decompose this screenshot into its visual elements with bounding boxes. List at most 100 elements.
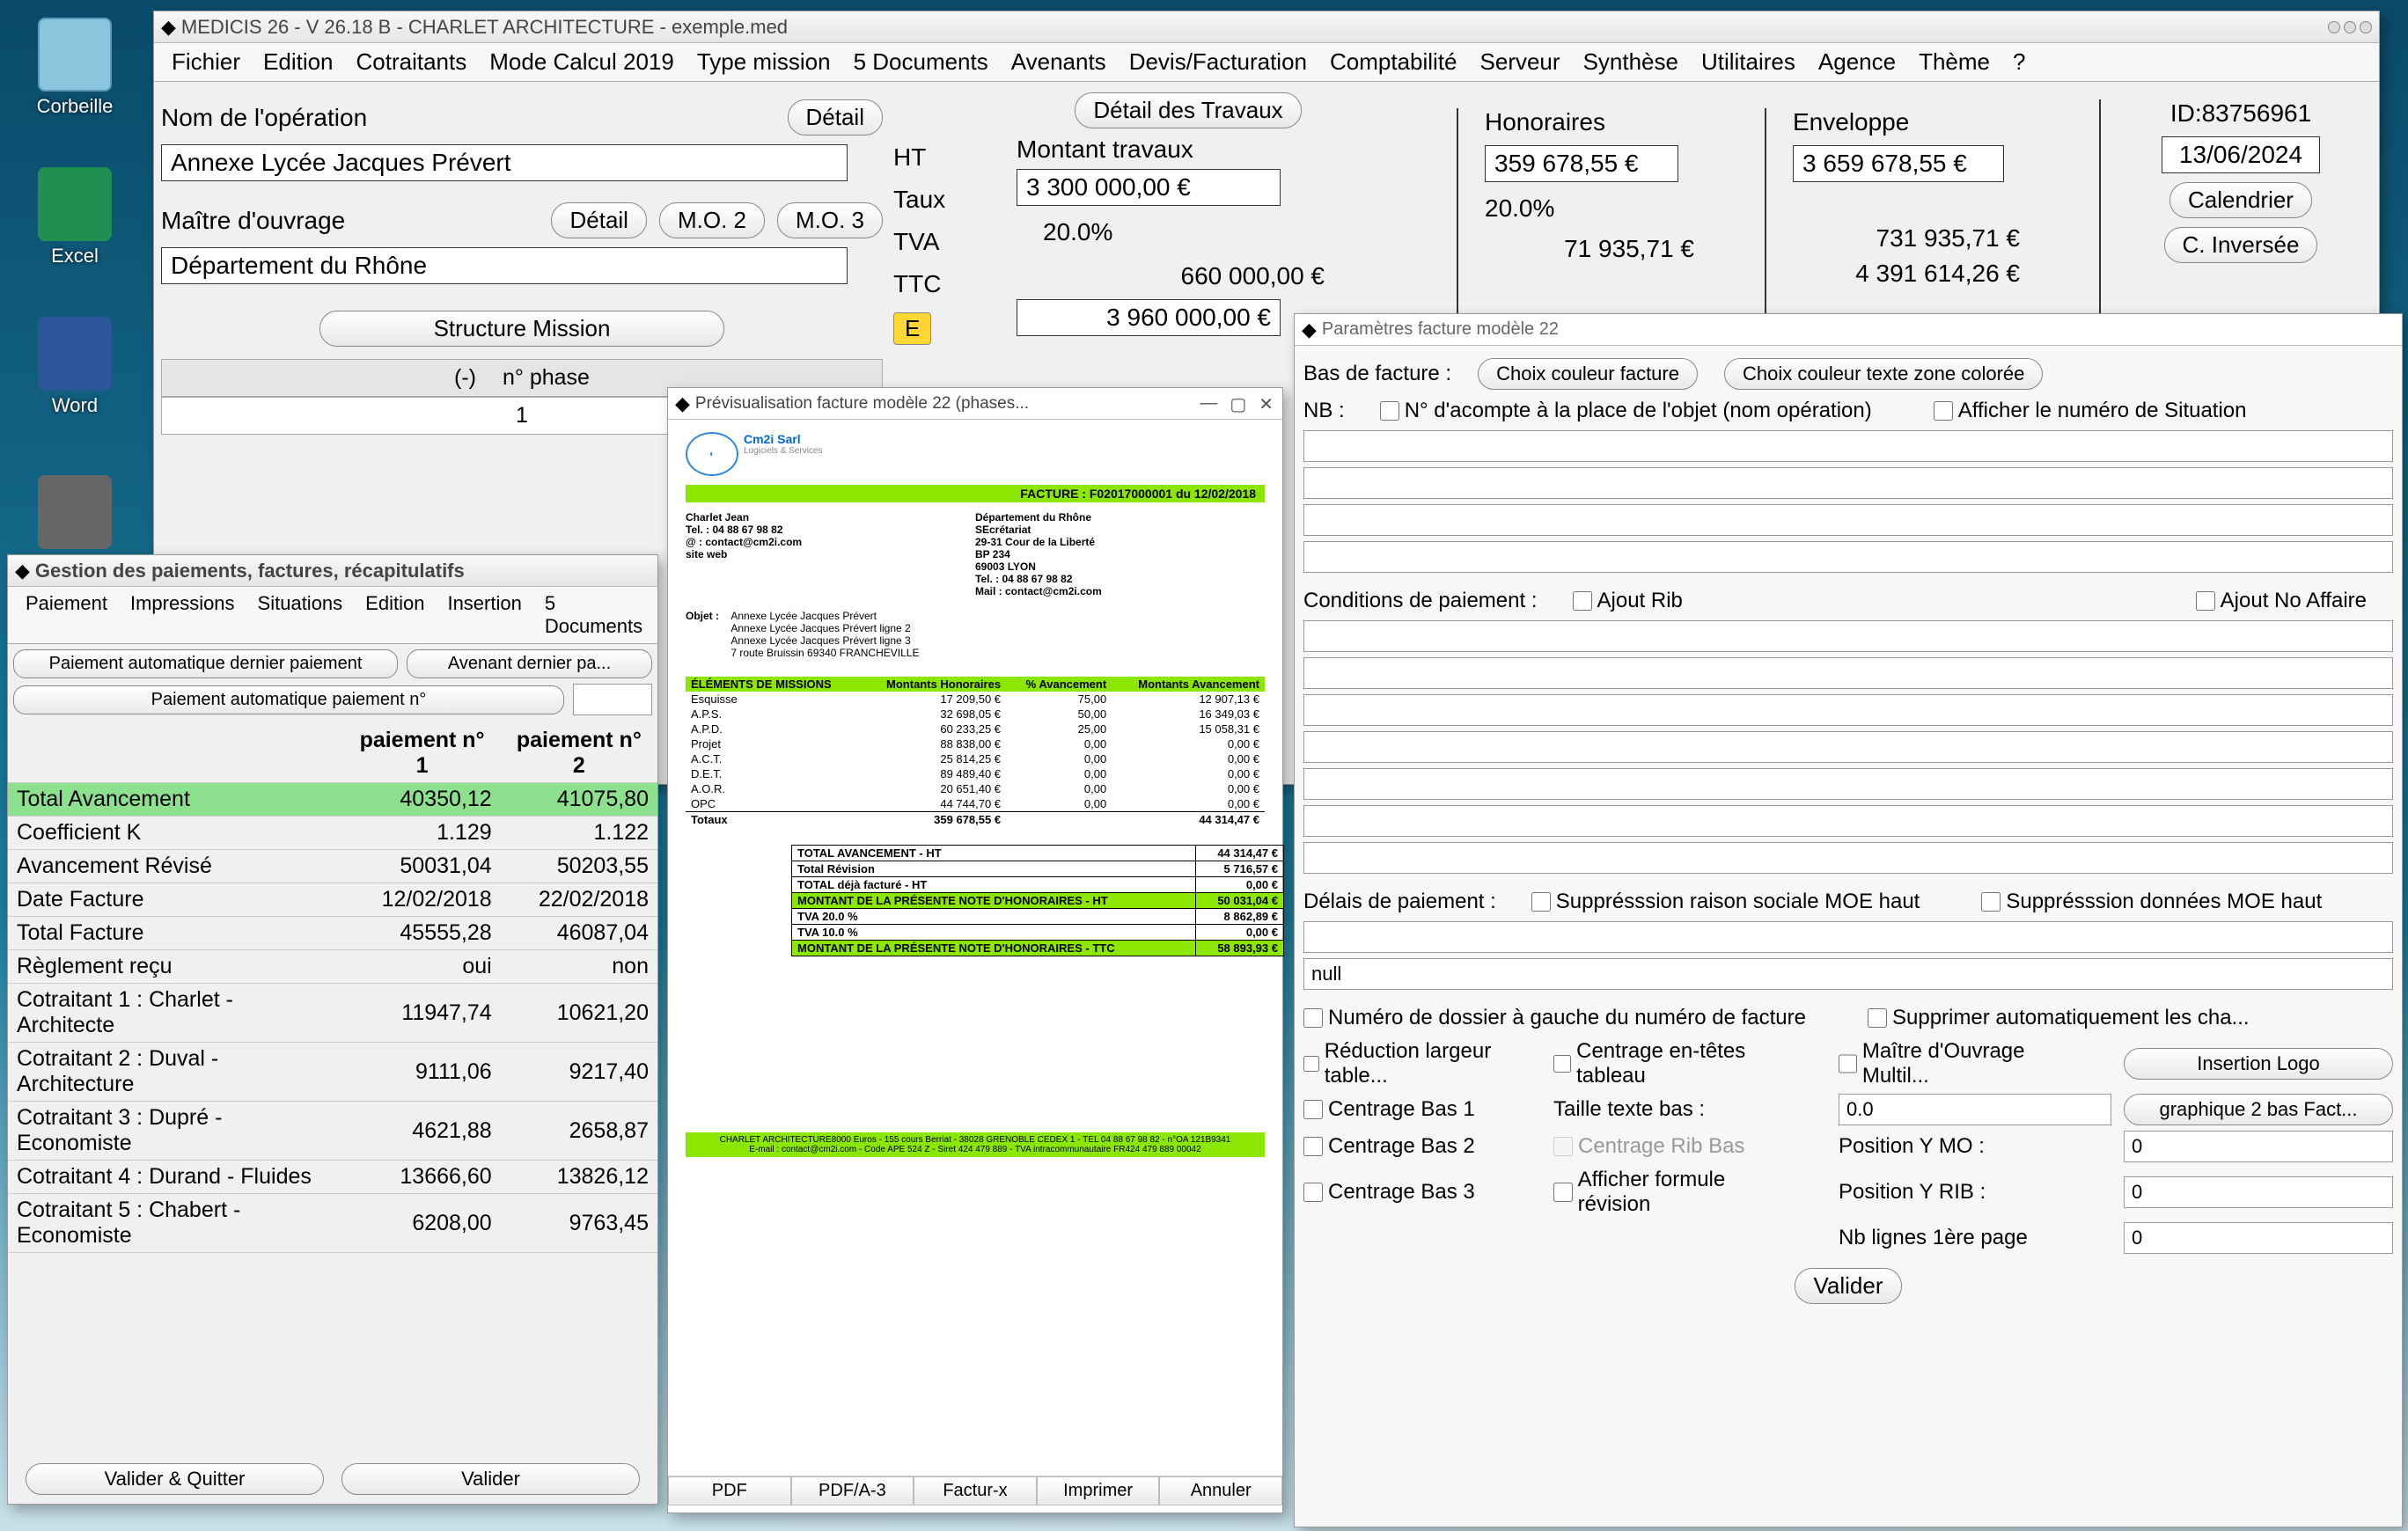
menu-paiement[interactable]: Paiement	[17, 590, 116, 640]
window-close-icon[interactable]	[2360, 21, 2372, 33]
nb-input-3[interactable]	[1303, 504, 2393, 536]
window-close-icon[interactable]: ✕	[1259, 393, 1274, 415]
valider-quitter-button[interactable]: Valider & Quitter	[26, 1463, 324, 1495]
chk-supprimer-auto[interactable]: Supprimer automatiquement les cha...	[1868, 1006, 2250, 1030]
table-row[interactable]: Date Facture12/02/201822/02/2018	[8, 883, 657, 917]
table-row[interactable]: Règlement reçuouinon	[8, 950, 657, 984]
titlebar[interactable]: ◆ Prévisualisation facture modèle 22 (ph…	[668, 388, 1282, 420]
chk-situation[interactable]: Afficher le numéro de Situation	[1934, 399, 2247, 423]
window-min-icon[interactable]	[2328, 21, 2340, 33]
chk-affaire[interactable]: Ajout No Affaire	[2196, 589, 2367, 613]
cond-input-7[interactable]	[1303, 842, 2393, 874]
mo-value[interactable]: Département du Rhône	[161, 247, 848, 284]
table-row[interactable]: Coefficient K1.1291.122	[8, 817, 657, 850]
cond-input-5[interactable]	[1303, 768, 2393, 800]
chk-bas3[interactable]: Centrage Bas 3	[1303, 1180, 1515, 1205]
desktop-icon-trash[interactable]: Corbeille	[26, 18, 123, 118]
table-row[interactable]: Cotraitant 1 : Charlet - Architecte11947…	[8, 984, 657, 1043]
window-max-icon[interactable]	[2344, 21, 2356, 33]
avenant-last-button[interactable]: Avenant dernier pa...	[407, 649, 652, 678]
chk-dossier-gauche[interactable]: Numéro de dossier à gauche du numéro de …	[1303, 1006, 1806, 1030]
mo2-button[interactable]: M.O. 2	[659, 202, 765, 238]
menu-edition[interactable]: Edition	[356, 590, 433, 640]
menu-agence[interactable]: Agence	[1810, 47, 1905, 77]
cinversee-button[interactable]: C. Inversée	[2164, 227, 2318, 263]
auto-last-payment-button[interactable]: Paiement automatique dernier paiement	[13, 649, 398, 678]
annuler-button[interactable]: Annuler	[1159, 1476, 1282, 1505]
choix-couleur-button[interactable]: Choix couleur facture	[1478, 358, 1698, 390]
detail-operation-button[interactable]: Détail	[788, 99, 883, 136]
cond-input-1[interactable]	[1303, 620, 2393, 652]
menu-documents[interactable]: 5 Documents	[536, 590, 651, 640]
pos-rib-input[interactable]	[2124, 1176, 2393, 1208]
montant-travaux-value[interactable]: 3 300 000,00 €	[1017, 169, 1281, 206]
pdf-button[interactable]: PDF	[668, 1476, 791, 1505]
menu-help[interactable]: ?	[2004, 47, 2034, 77]
menu-impressions[interactable]: Impressions	[121, 590, 244, 640]
table-row[interactable]: Cotraitant 2 : Duval - Architecture9111,…	[8, 1043, 657, 1102]
graphique-button[interactable]: graphique 2 bas Fact...	[2124, 1094, 2393, 1125]
menu-compta[interactable]: Comptabilité	[1321, 47, 1466, 77]
date-field[interactable]: 13/06/2024	[2162, 136, 2320, 173]
table-row[interactable]: Cotraitant 4 : Durand - Fluides13666,601…	[8, 1161, 657, 1194]
chk-supp-moe-haut2[interactable]: Supprésssion données MOE haut	[1981, 890, 2322, 914]
insertion-logo-button[interactable]: Insertion Logo	[2124, 1048, 2393, 1080]
ttc-value-travaux[interactable]: 3 960 000,00 €	[1017, 299, 1281, 336]
desktop-icon-excel[interactable]: Excel	[26, 167, 123, 267]
pos-mo-input[interactable]	[2124, 1131, 2393, 1162]
col-paiement1[interactable]: paiement n° 1	[343, 724, 500, 783]
window-min-icon[interactable]: —	[1200, 393, 1217, 415]
desktop-icon-unknown[interactable]	[26, 475, 123, 553]
e-button[interactable]: E	[893, 312, 931, 345]
menu-documents[interactable]: 5 Documents	[845, 47, 997, 77]
menu-serveur[interactable]: Serveur	[1472, 47, 1569, 77]
imprimer-button[interactable]: Imprimer	[1037, 1476, 1160, 1505]
delais-input-1[interactable]	[1303, 921, 2393, 953]
titlebar[interactable]: ◆ Gestion des paiements, factures, récap…	[8, 555, 657, 587]
detail-travaux-button[interactable]: Détail des Travaux	[1075, 92, 1301, 128]
auto-payment-num-button[interactable]: Paiement automatique paiement n°	[13, 685, 564, 714]
menu-devis[interactable]: Devis/Facturation	[1120, 47, 1316, 77]
titlebar[interactable]: ◆ Paramètres facture modèle 22	[1295, 314, 2402, 346]
operation-value[interactable]: Annexe Lycée Jacques Prévert	[161, 144, 848, 181]
menu-mode-calcul[interactable]: Mode Calcul 2019	[481, 47, 683, 77]
menu-type-mission[interactable]: Type mission	[688, 47, 840, 77]
nb-input-1[interactable]	[1303, 430, 2393, 462]
taille-texte-input[interactable]	[1839, 1094, 2111, 1125]
pdfa3-button[interactable]: PDF/A-3	[791, 1476, 914, 1505]
desktop-icon-word[interactable]: Word	[26, 317, 123, 417]
titlebar[interactable]: ◆ MEDICIS 26 - V 26.18 B - CHARLET ARCHI…	[154, 11, 2379, 43]
chk-bas1[interactable]: Centrage Bas 1	[1303, 1097, 1515, 1122]
menu-cotraitants[interactable]: Cotraitants	[348, 47, 476, 77]
nb-input-4[interactable]	[1303, 541, 2393, 573]
chk-red-largeur[interactable]: Réduction largeur table...	[1303, 1039, 1515, 1088]
table-row[interactable]: Total Facture45555,2846087,04	[8, 917, 657, 950]
chk-centrage-entetes[interactable]: Centrage en-têtes tableau	[1553, 1039, 1800, 1088]
cond-input-4[interactable]	[1303, 731, 2393, 763]
valider-button[interactable]: Valider	[341, 1463, 640, 1495]
menu-synthese[interactable]: Synthèse	[1575, 47, 1687, 77]
menu-theme[interactable]: Thème	[1910, 47, 1999, 77]
mo3-button[interactable]: M.O. 3	[777, 202, 883, 238]
menu-fichier[interactable]: Fichier	[163, 47, 249, 77]
chk-supp-moe-haut[interactable]: Supprésssion raison sociale MOE haut	[1531, 890, 1920, 914]
table-row[interactable]: Cotraitant 3 : Dupré - Economiste4621,88…	[8, 1102, 657, 1161]
cond-input-2[interactable]	[1303, 657, 2393, 689]
chk-rib[interactable]: Ajout Rib	[1573, 589, 1683, 613]
chk-bas2[interactable]: Centrage Bas 2	[1303, 1134, 1515, 1159]
detail-mo-button[interactable]: Détail	[551, 202, 646, 238]
menu-insertion[interactable]: Insertion	[438, 590, 530, 640]
nb-lignes-input[interactable]	[2124, 1222, 2393, 1254]
facturx-button[interactable]: Factur-x	[914, 1476, 1037, 1505]
cond-input-6[interactable]	[1303, 805, 2393, 837]
menu-avenants[interactable]: Avenants	[1002, 47, 1115, 77]
chk-acompte[interactable]: N° d'acompte à la place de l'objet (nom …	[1380, 399, 1872, 423]
chk-mo-multi[interactable]: Maître d'Ouvrage Multil...	[1839, 1039, 2085, 1088]
delais-input-2[interactable]	[1303, 958, 2393, 990]
col-paiement2[interactable]: paiement n° 2	[501, 724, 657, 783]
enveloppe-value[interactable]: 3 659 678,55 €	[1793, 145, 2004, 182]
honoraires-value[interactable]: 359 678,55 €	[1485, 145, 1678, 182]
cond-input-3[interactable]	[1303, 694, 2393, 726]
menu-situations[interactable]: Situations	[249, 590, 352, 640]
table-row[interactable]: Total Avancement40350,1241075,80	[8, 783, 657, 817]
